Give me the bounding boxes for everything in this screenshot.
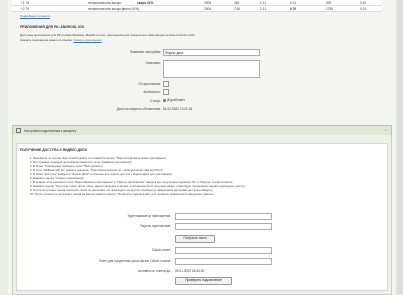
panel-toggle-icon[interactable] — [16, 128, 21, 133]
app-pass-label: Пароль приложения: — [140, 224, 171, 228]
active-until-value: 09.01.2023 03:43:20 — [175, 269, 205, 273]
apps-download-link[interactable]: Скачать приложения — [74, 38, 102, 42]
cell: 2004 — [204, 6, 212, 11]
name-value: Яндекс.диск — [165, 50, 184, 55]
cell: 0.24 — [360, 6, 367, 11]
app-id-input[interactable] — [175, 213, 272, 220]
access-title: ПОЛУЧЕНИЕ ДОСТУПА К ЯНДЕКС.ДИСК — [20, 148, 87, 152]
status-label: Статус: — [150, 99, 161, 103]
active-until-label: Активность токена до: — [138, 269, 171, 273]
app-id-label: Идентификатор приложения: — [127, 214, 171, 218]
desc-textarea[interactable] — [163, 60, 260, 78]
default-label: По умолчанию: — [138, 82, 161, 86]
app-pass-input[interactable] — [175, 223, 272, 230]
apps-desc: Доступны приложения для PK на базе Windo… — [20, 33, 196, 37]
table-row: +2 75 технологии или ассорт(всего 20%) 2… — [12, 6, 382, 12]
cell: 0.22 — [360, 0, 367, 5]
active-checkbox[interactable] — [163, 89, 169, 95]
active-label: Активность: — [143, 90, 161, 94]
apps-download-line: Скачать приложения можно по ссылке: Скач… — [20, 38, 102, 42]
oauth-label: OAuth-токен: — [151, 248, 171, 252]
name-label: Название настройки: — [129, 50, 161, 54]
cell: 2.11 — [260, 0, 266, 5]
refresh-token-input[interactable] — [175, 258, 272, 265]
check-connection-button[interactable]: Проверить подключение — [175, 277, 232, 285]
default-checkbox[interactable] — [163, 81, 169, 87]
desc-label: Описание: — [145, 61, 161, 65]
more-link[interactable]: Подробнее о клиенте — [20, 14, 50, 18]
oauth-expiry-label: Токен для продления срока жизни OAuth-то… — [98, 259, 171, 263]
status-indicator: [К] работает — [163, 98, 185, 102]
row-name: +1 76 — [21, 0, 30, 5]
scrollbar[interactable] — [397, 0, 403, 294]
cell: 283 — [234, 0, 240, 5]
apps-download-prefix: Скачать приложения можно по ссылке: — [20, 38, 73, 42]
row-name: +2 75 — [21, 6, 30, 11]
cell: 300 — [326, 0, 332, 5]
cell: 2006 — [204, 0, 212, 5]
chevron-up-icon[interactable]: ^ — [385, 128, 387, 133]
cell: 0.70 — [290, 6, 297, 11]
get-token-button[interactable]: Получить токен — [175, 235, 215, 243]
step-item: 10. После успешного получения токена на … — [30, 192, 214, 196]
panel-title: Настройки подключения к аккаунту — [24, 128, 77, 133]
cell: 1750 — [326, 6, 334, 11]
row-bold: сверх 32% — [137, 0, 154, 5]
row-desc: технологии или ассорт — [88, 0, 122, 5]
name-input[interactable]: Яндекс.диск — [163, 49, 260, 56]
date-label: Дата последнего обновления: — [116, 107, 161, 111]
apps-title: ПРИЛОЖЕНИЯ ДЛЯ PK, ANDROID, IOS — [20, 25, 84, 29]
cell: 7.62 — [234, 6, 241, 11]
date-value: 01.02.2022 10:21:16 — [163, 107, 193, 111]
row-desc: технологии или ассорт(всего 20%) — [88, 6, 139, 11]
status-dot-icon — [163, 98, 166, 102]
cell: 2.11 — [260, 6, 266, 11]
oauth-token-input[interactable] — [175, 247, 272, 254]
status-value: [К] работает — [166, 98, 185, 102]
cell: 0.21 — [290, 0, 297, 5]
